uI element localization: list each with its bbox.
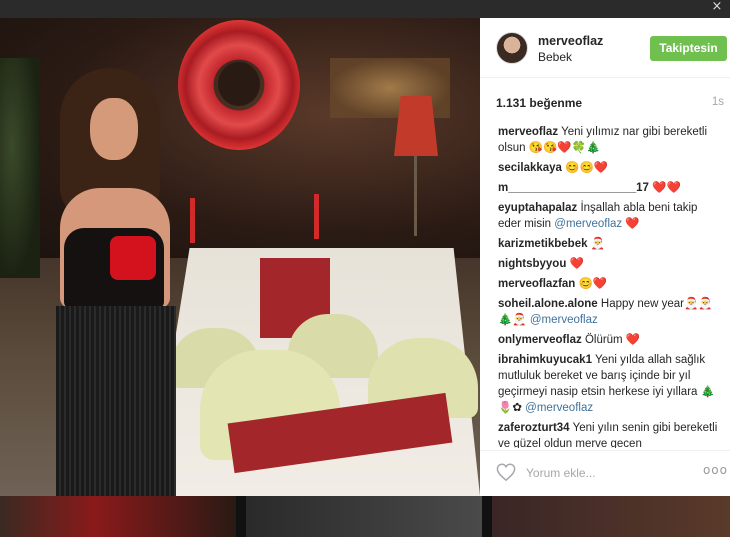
post-time: 1s xyxy=(711,96,724,108)
comment-item: m____________________17 ❤️❤️ xyxy=(498,180,722,196)
comment-item: ibrahimkuyucak1 Yeni yılda allah sağlık … xyxy=(498,352,722,416)
comment-username[interactable]: secilakkaya xyxy=(498,162,562,174)
comment-text: Ölürüm ❤️ xyxy=(584,334,641,346)
comment-username[interactable]: soheil.alone.alone xyxy=(498,298,598,310)
comment-item: eyuptahapalaz İnşallah abla beni takip e… xyxy=(498,200,722,232)
comment-item: zaferozturt34 Yeni yılın senin gibi bere… xyxy=(498,420,722,448)
comment-text: 🎅 xyxy=(590,238,606,250)
comment-input[interactable] xyxy=(526,464,676,482)
backdrop-top: × xyxy=(0,0,730,18)
related-posts xyxy=(0,496,730,537)
comment-item: secilakkaya 😊😊❤️ xyxy=(498,160,722,176)
comment-item: onlymerveoflaz Ölürüm ❤️ xyxy=(498,332,722,348)
post-header: merveoflaz Bebek Takiptesin xyxy=(480,18,730,78)
comment-item: merveoflazfan 😊❤️ xyxy=(498,276,722,292)
comment-username[interactable]: m____________________17 xyxy=(498,182,649,194)
comment-text: 😊❤️ xyxy=(578,278,608,290)
comment-username[interactable]: onlymerveoflaz xyxy=(498,334,582,346)
comment-mention[interactable]: @merveoflaz xyxy=(525,402,593,414)
comment-username[interactable]: nightsbyyou xyxy=(498,258,566,270)
comment-username[interactable]: karizmetikbebek xyxy=(498,238,588,250)
likes-count[interactable]: 1.131 beğenme xyxy=(496,96,582,110)
comment-item: merveoflaz Yeni yılımız nar gibi bereket… xyxy=(498,124,722,156)
gift-box xyxy=(110,236,156,280)
comment-text: 😊😊❤️ xyxy=(565,162,609,174)
related-thumbnail[interactable] xyxy=(0,496,236,537)
related-thumbnail[interactable] xyxy=(246,496,482,537)
comment-item: soheil.alone.alone Happy new year🎅🎅 🎄🎅 @… xyxy=(498,296,722,328)
comment-item: nightsbyyou ❤️ xyxy=(498,256,722,272)
post-sidebar: merveoflaz Bebek Takiptesin 1.131 beğenm… xyxy=(480,18,730,496)
post-photo[interactable] xyxy=(0,18,480,496)
comment-username[interactable]: eyuptahapalaz xyxy=(498,202,577,214)
related-thumbnail[interactable] xyxy=(492,496,730,537)
post-modal: × merveoflaz Bebek Takiptesin 1.131 beğe… xyxy=(0,0,730,537)
person xyxy=(40,68,190,496)
comment-mention[interactable]: @merveoflaz ❤️ xyxy=(554,218,639,230)
post-location[interactable]: Bebek xyxy=(538,50,572,64)
avatar[interactable] xyxy=(496,32,528,64)
comment-list[interactable]: merveoflaz Yeni yılımız nar gibi bereket… xyxy=(498,124,722,448)
post-footer: ooo xyxy=(480,450,730,496)
comment-text: ❤️❤️ xyxy=(652,182,681,194)
follow-button[interactable]: Takiptesin xyxy=(650,36,727,61)
comment-username[interactable]: merveoflaz xyxy=(498,126,558,138)
comment-mention[interactable]: @merveoflaz xyxy=(530,314,598,326)
more-icon[interactable]: ooo xyxy=(703,463,728,477)
close-icon[interactable]: × xyxy=(710,0,724,14)
heart-icon[interactable] xyxy=(496,463,516,481)
comment-username[interactable]: merveoflazfan xyxy=(498,278,575,290)
comment-username[interactable]: ibrahimkuyucak1 xyxy=(498,354,592,366)
comment-username[interactable]: zaferozturt34 xyxy=(498,422,570,434)
comment-text: ❤️ xyxy=(569,258,584,270)
post-username[interactable]: merveoflaz xyxy=(538,34,603,48)
comment-item: karizmetikbebek 🎅 xyxy=(498,236,722,252)
